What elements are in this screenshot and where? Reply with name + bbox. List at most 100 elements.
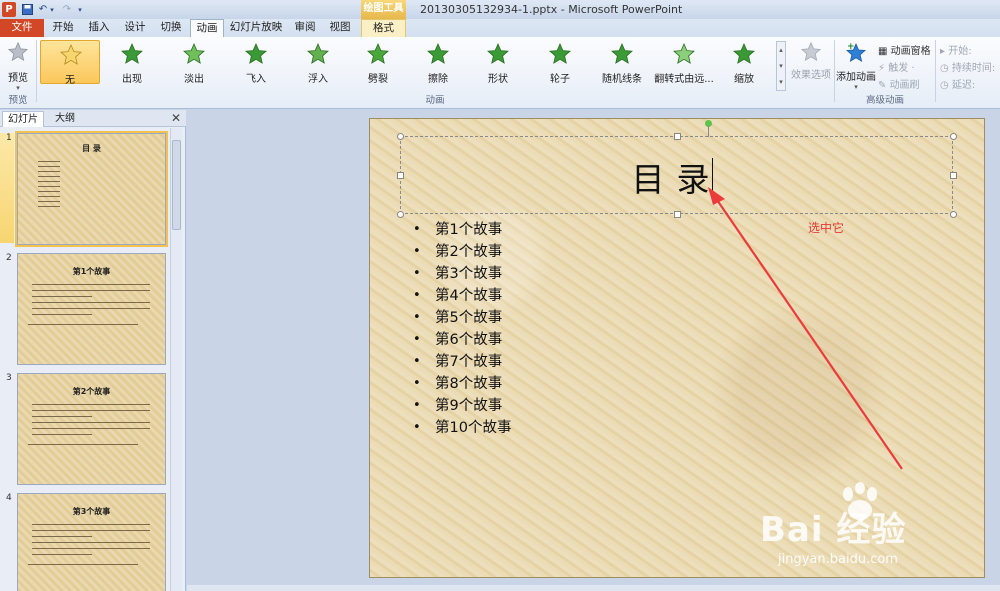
animation-pane-icon: ▦	[878, 46, 891, 57]
effect-options-button[interactable]: 效果选项	[790, 41, 832, 91]
preview-button[interactable]: 预览 ▾	[4, 41, 32, 92]
animation-label: 轮子	[550, 74, 570, 85]
effect-options-label: 效果选项	[791, 70, 831, 81]
baidu-watermark: Bai 经验 jingyan.baidu.com	[760, 482, 990, 587]
star-wipe-icon	[427, 43, 449, 64]
tab-file[interactable]: 文件	[0, 19, 44, 37]
tab-insert[interactable]: 插入	[84, 19, 114, 37]
watermark-url: jingyan.baidu.com	[778, 552, 898, 567]
customize-qat-icon[interactable]: ▾	[76, 2, 84, 17]
animation-3-button[interactable]: 淡出	[164, 40, 224, 85]
selected-slide-highlight	[0, 133, 14, 243]
star-zoom-icon	[733, 43, 755, 64]
ribbon: 预览 ▾ 预览 无出现 淡出 飞入 浮入 劈裂 擦除 形状 轮子 随机线条 翻转式由远... 缩放 …	[0, 37, 1000, 109]
star-shape-icon	[487, 43, 509, 64]
animation-2-button[interactable]: 出现	[102, 40, 162, 85]
animation-5-button[interactable]: 浮入	[288, 40, 348, 85]
preview-group-label: 预览	[8, 95, 28, 106]
star-none-icon	[60, 44, 82, 65]
duration-field[interactable]: ◷ 持续时间:	[940, 59, 995, 74]
animation-9-button[interactable]: 轮子	[530, 40, 590, 85]
start-icon: ▸	[940, 46, 949, 57]
animation-6-button[interactable]: 劈裂	[348, 40, 408, 85]
trigger-button[interactable]: ⚡ 触发 ·	[878, 59, 915, 74]
tab-animations[interactable]: 动画	[190, 19, 224, 37]
animation-11-button[interactable]: 翻转式由远...	[654, 40, 714, 85]
duration-icon: ◷	[940, 63, 952, 74]
thumbnail-title: 第2个故事	[72, 387, 111, 396]
gallery-scroll[interactable]: ▴ ▾ ▾	[776, 41, 786, 91]
pane-scrollbar-thumb[interactable]	[172, 140, 181, 230]
star-split-icon	[367, 43, 389, 64]
animation-group-label: 动画	[425, 95, 445, 106]
thumbnail-title: 第1个故事	[72, 267, 111, 276]
animation-pane-button[interactable]: ▦ 动画窗格	[878, 42, 931, 57]
delay-icon: ◷	[940, 80, 952, 91]
tab-outline[interactable]: 大纲	[50, 111, 80, 127]
add-animation-label: 添加动画	[836, 72, 876, 83]
star-grow-turn-icon	[673, 43, 695, 64]
animation-label: 随机线条	[602, 74, 642, 85]
undo-dropdown-icon[interactable]: ▾	[48, 2, 56, 17]
animation-12-button[interactable]: 缩放	[714, 40, 774, 85]
animation-8-button[interactable]: 形状	[468, 40, 528, 85]
animation-label: 擦除	[428, 74, 448, 85]
animation-label: 缩放	[734, 74, 754, 85]
slide-number: 1	[6, 133, 12, 143]
start-field[interactable]: ▸ 开始:	[940, 42, 972, 57]
tab-slide-show[interactable]: 幻灯片放映	[228, 19, 284, 37]
drawing-tools-context-label: 绘图工具	[361, 0, 406, 19]
animation-label: 飞入	[246, 74, 266, 85]
watermark-text: Bai 经验	[760, 510, 907, 550]
tab-format[interactable]: 格式	[361, 19, 406, 37]
animation-10-button[interactable]: 随机线条	[592, 40, 652, 85]
notes-divider	[187, 585, 1000, 591]
powerpoint-app-icon[interactable]: P	[2, 2, 16, 17]
animation-label: 翻转式由远...	[654, 74, 714, 85]
tab-view[interactable]: 视图	[325, 19, 355, 37]
animation-label: 浮入	[308, 74, 328, 85]
preview-label: 预览	[8, 73, 28, 84]
close-pane-icon[interactable]: ✕	[171, 111, 181, 125]
animation-label: 出现	[122, 74, 142, 85]
animation-painter-button[interactable]: ✎ 动画刷	[878, 76, 920, 91]
tab-transitions[interactable]: 切换	[156, 19, 186, 37]
effect-options-icon	[800, 41, 822, 62]
star-random-bars-icon	[611, 43, 633, 64]
thumbnail-title: 目 录	[82, 144, 101, 153]
star-wheel-icon	[549, 43, 571, 64]
tab-review[interactable]: 审阅	[290, 19, 320, 37]
animation-label: 劈裂	[368, 74, 388, 85]
thumbnail-title: 第3个故事	[72, 507, 111, 516]
slide-number: 4	[6, 493, 12, 503]
trigger-icon: ⚡	[878, 63, 889, 74]
slide-thumbnail[interactable]: 目 录	[15, 131, 168, 247]
title-bar: P ↶ ▾ ↷ ▾ 绘图工具 20130305132934-1.pptx - M…	[0, 0, 1000, 19]
slide-thumbnail[interactable]: 第1个故事	[17, 253, 166, 365]
add-animation-star-icon: +	[846, 42, 866, 63]
save-icon[interactable]	[20, 2, 34, 17]
animation-1-button[interactable]: 无	[40, 40, 100, 86]
star-fade-icon	[183, 43, 205, 64]
pane-scrollbar[interactable]	[170, 128, 182, 591]
tab-home[interactable]: 开始	[48, 19, 78, 37]
animation-4-button[interactable]: 飞入	[226, 40, 286, 85]
window-title: 20130305132934-1.pptx - Microsoft PowerP…	[420, 3, 683, 16]
animation-painter-icon: ✎	[878, 80, 890, 91]
svg-text:+: +	[847, 42, 855, 52]
tab-slides[interactable]: 幻灯片	[2, 111, 44, 127]
delay-field[interactable]: ◷ 延迟:	[940, 76, 975, 91]
animation-label: 形状	[488, 74, 508, 85]
slide-number: 3	[6, 373, 12, 383]
animation-label: 无	[65, 75, 75, 86]
add-animation-button[interactable]: + 添加动画 ▾	[836, 41, 876, 95]
redo-icon[interactable]: ↷	[60, 2, 74, 17]
slide-thumbnail[interactable]: 第2个故事	[17, 373, 166, 485]
animation-7-button[interactable]: 擦除	[408, 40, 468, 85]
preview-star-icon	[7, 41, 29, 62]
star-appear-icon	[121, 43, 143, 64]
slides-pane: 幻灯片 大纲 ✕ 1 目 录 2 第1个故事 3 第2个故事 4 第3个故事	[0, 110, 186, 591]
advanced-animation-group-label: 高级动画	[865, 95, 904, 106]
tab-design[interactable]: 设计	[120, 19, 150, 37]
slide-thumbnail[interactable]: 第3个故事	[17, 493, 166, 591]
